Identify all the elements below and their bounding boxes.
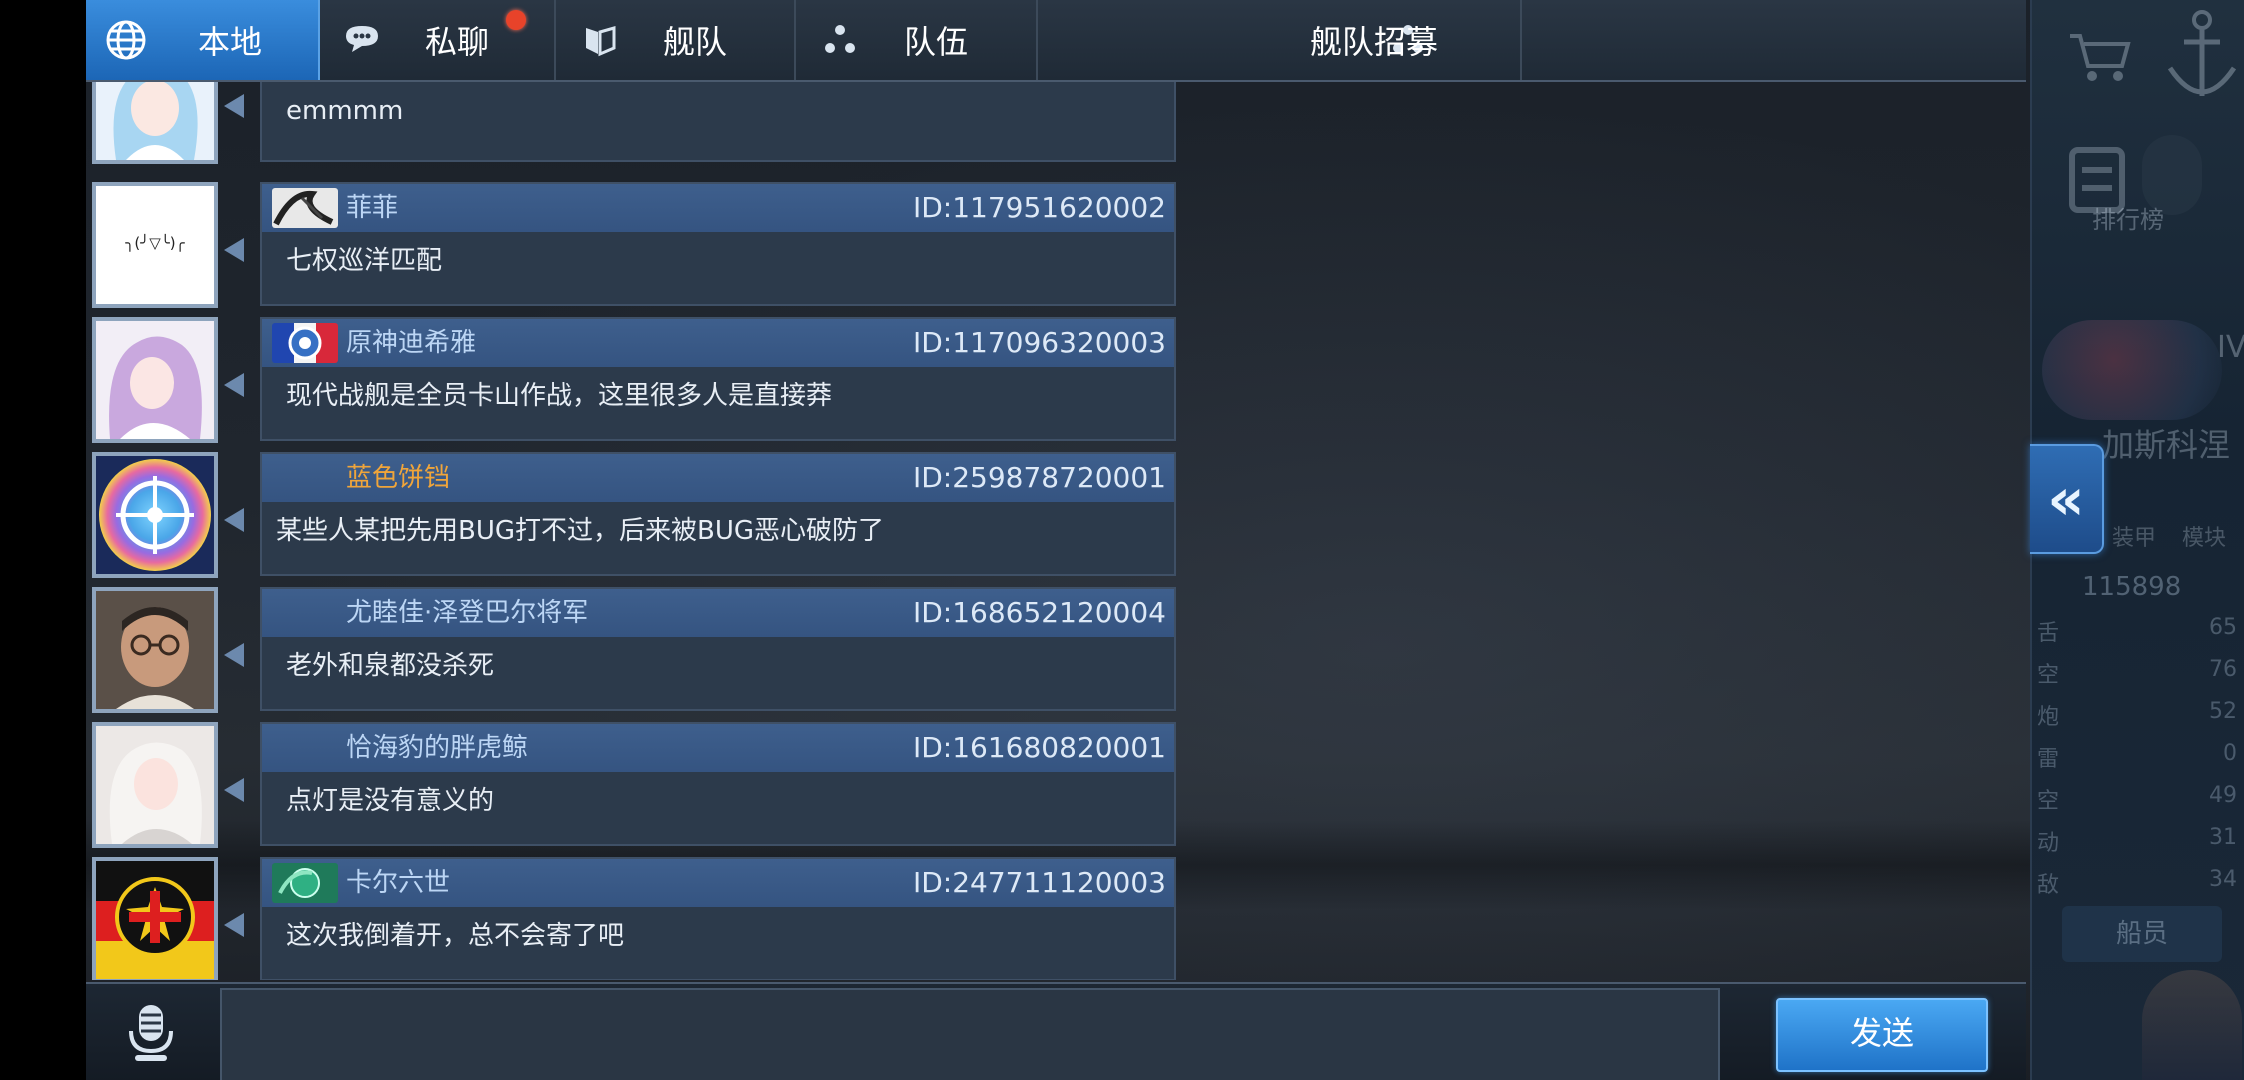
message-pointer bbox=[224, 508, 244, 532]
message-text: 老外和泉都没杀死 bbox=[286, 651, 495, 681]
message-bubble: emmmm bbox=[260, 82, 1176, 162]
kaomoji-avatar[interactable]: ╮(╯▽╰)╭ bbox=[92, 182, 218, 308]
ship-flag-emblem bbox=[2042, 320, 2222, 420]
message-pointer bbox=[224, 913, 244, 937]
man-glasses-avatar[interactable] bbox=[92, 587, 218, 713]
iron-cross-avatar[interactable] bbox=[92, 857, 218, 980]
message-header: 蓝色饼铛 ID:259878720001 bbox=[262, 454, 1174, 502]
chat-message-input[interactable] bbox=[220, 988, 1720, 1080]
tab-private-chat[interactable]: 私聊 bbox=[320, 0, 556, 80]
message-bubble: 卡尔六世 ID:247711120003 这次我倒着开，总不会寄了吧 bbox=[260, 857, 1176, 980]
tab-label: 舰队招募 bbox=[1309, 23, 1438, 61]
sender-name[interactable]: 卡尔六世 bbox=[346, 859, 450, 907]
message-header: 尤睦佳·泽登巴尔将军 ID:168652120004 bbox=[262, 589, 1174, 637]
message-text: 某些人某把先用BUG打不过，后来被BUG恶心破防了 bbox=[276, 516, 885, 546]
ink-badge-icon bbox=[272, 188, 338, 228]
ship-name: 加斯科涅 bbox=[2102, 426, 2231, 464]
message-text: 七权巡洋匹配 bbox=[286, 246, 443, 276]
notification-dot bbox=[506, 10, 526, 30]
tab-label: 舰队 bbox=[662, 23, 727, 61]
screen-edge bbox=[0, 0, 86, 1080]
message-header: 卡尔六世 ID:247711120003 bbox=[262, 859, 1174, 907]
message-pointer bbox=[224, 238, 244, 262]
stat-row: 炮 52 bbox=[2037, 699, 2237, 730]
sender-id: ID:247711120003 bbox=[912, 866, 1166, 899]
tab-fleet-recruit[interactable]: 舰队招募 bbox=[1038, 0, 1522, 80]
sender-id: ID:117951620002 bbox=[912, 191, 1166, 224]
message-bubble: 蓝色饼铛 ID:259878720001 某些人某把先用BUG打不过，后来被BU… bbox=[260, 452, 1176, 576]
anime-girl-white-avatar[interactable] bbox=[92, 722, 218, 848]
anchor-icon[interactable] bbox=[2162, 6, 2242, 106]
stat-row: 空 76 bbox=[2037, 657, 2237, 688]
message-bubble: 恰海豹的胖虎鲸 ID:161680820001 点灯是没有意义的 bbox=[260, 722, 1176, 846]
sender-name[interactable]: 恰海豹的胖虎鲸 bbox=[346, 724, 528, 772]
sender-id: ID:168652120004 bbox=[912, 596, 1166, 629]
message-bubble: 菲菲 ID:117951620002 七权巡洋匹配 bbox=[260, 182, 1176, 306]
tab-local[interactable]: 本地 bbox=[86, 0, 320, 80]
tab-team[interactable]: 队伍 bbox=[796, 0, 1038, 80]
chat-message: ╮(╯▽╰)╭ 菲菲 ID:117951620002 七权巡洋匹配 bbox=[86, 182, 1178, 316]
collapse-chat-button[interactable]: « bbox=[2030, 444, 2104, 554]
chat-message: emmmm bbox=[86, 82, 1178, 172]
message-text: 这次我倒着开，总不会寄了吧 bbox=[286, 921, 625, 951]
stat-row: 空 49 bbox=[2037, 783, 2237, 814]
message-text: 点灯是没有意义的 bbox=[286, 786, 495, 816]
tab-label: 队伍 bbox=[903, 23, 968, 61]
message-pointer bbox=[224, 373, 244, 397]
app-root: 排行榜 IV 加斯科涅 装甲 模块 115898 舌 65 空 76 炮 52 雷0 … bbox=[0, 0, 2244, 1080]
send-button[interactable]: 发送 bbox=[1776, 998, 1988, 1072]
sender-id: ID:117096320003 bbox=[912, 326, 1166, 359]
stat-row: 舌 65 bbox=[2037, 615, 2237, 646]
ship-power-value: 115898 bbox=[2082, 572, 2182, 602]
anime-girl-blue-avatar[interactable] bbox=[92, 82, 218, 164]
leaderboard-label: 排行榜 bbox=[2092, 206, 2164, 234]
message-pointer bbox=[224, 778, 244, 802]
voice-input-button[interactable] bbox=[86, 984, 216, 1080]
chat-message: 原神迪希雅 ID:117096320003 现代战舰是全员卡山作战，这里很多人是… bbox=[86, 317, 1178, 451]
sender-name[interactable]: 尤睦佳·泽登巴尔将军 bbox=[346, 589, 588, 637]
message-header: 菲菲 ID:117951620002 bbox=[262, 184, 1174, 232]
message-text: emmmm bbox=[286, 96, 404, 126]
ship-tier: IV bbox=[2217, 330, 2244, 365]
ship-stats-list: 舌 65 空 76 炮 52 雷0 空 49 动 31 敌 34 bbox=[2037, 615, 2237, 909]
tab-modules[interactable]: 模块 bbox=[2182, 520, 2226, 552]
chat-input-bar: 发送 bbox=[86, 982, 2026, 1080]
message-bubble: 尤睦佳·泽登巴尔将军 ID:168652120004 老外和泉都没杀死 bbox=[260, 587, 1176, 711]
anime-girl-purple-avatar[interactable] bbox=[92, 317, 218, 443]
sender-name[interactable]: 蓝色饼铛 bbox=[346, 454, 450, 502]
chat-message: 尤睦佳·泽登巴尔将军 ID:168652120004 老外和泉都没杀死 bbox=[86, 587, 1178, 721]
green-emblem-badge-icon bbox=[272, 863, 338, 903]
sender-id: ID:259878720001 bbox=[912, 461, 1166, 494]
stat-row: 雷0 bbox=[2037, 741, 2237, 772]
kaomoji-text: ╮(╯▽╰)╭ bbox=[125, 234, 185, 252]
chat-message: 蓝色饼铛 ID:259878720001 某些人某把先用BUG打不过，后来被BU… bbox=[86, 452, 1178, 586]
stat-row: 动 31 bbox=[2037, 825, 2237, 856]
captain-portrait bbox=[2142, 970, 2242, 1080]
tab-label: 本地 bbox=[197, 23, 262, 61]
message-pointer bbox=[224, 643, 244, 667]
tab-armor[interactable]: 装甲 bbox=[2112, 520, 2156, 552]
chat-message: 恰海豹的胖虎鲸 ID:161680820001 点灯是没有意义的 bbox=[86, 722, 1178, 856]
message-header: 恰海豹的胖虎鲸 ID:161680820001 bbox=[262, 724, 1174, 772]
message-header: 原神迪希雅 ID:117096320003 bbox=[262, 319, 1174, 367]
message-bubble: 原神迪希雅 ID:117096320003 现代战舰是全员卡山作战，这里很多人是… bbox=[260, 317, 1176, 441]
chat-channel-tabs: 本地 私聊 舰队 队伍 舰队招募 bbox=[86, 0, 2026, 82]
message-text: 现代战舰是全员卡山作战，这里很多人是直接莽 bbox=[286, 381, 833, 411]
chat-message-list[interactable]: emmmm ╮(╯▽╰)╭ 菲菲 ID:117951620002 七权巡洋匹配 … bbox=[86, 82, 1178, 980]
france-flag-badge-icon bbox=[272, 323, 338, 363]
stat-row: 敌 34 bbox=[2037, 867, 2237, 898]
chat-message: 卡尔六世 ID:247711120003 这次我倒着开，总不会寄了吧 bbox=[86, 857, 1178, 980]
microphone-icon bbox=[129, 1005, 173, 1061]
double-chevron-left-icon: « bbox=[2047, 465, 2085, 533]
rainbow-target-avatar[interactable] bbox=[92, 452, 218, 578]
crew-button[interactable]: 船员 bbox=[2062, 906, 2222, 962]
sender-name[interactable]: 菲菲 bbox=[346, 184, 398, 232]
shopping-cart-icon[interactable] bbox=[2064, 22, 2134, 92]
tab-fleet[interactable]: 舰队 bbox=[556, 0, 796, 80]
sender-id: ID:161680820001 bbox=[912, 731, 1166, 764]
message-pointer bbox=[224, 94, 244, 118]
sender-name[interactable]: 原神迪希雅 bbox=[346, 319, 476, 367]
